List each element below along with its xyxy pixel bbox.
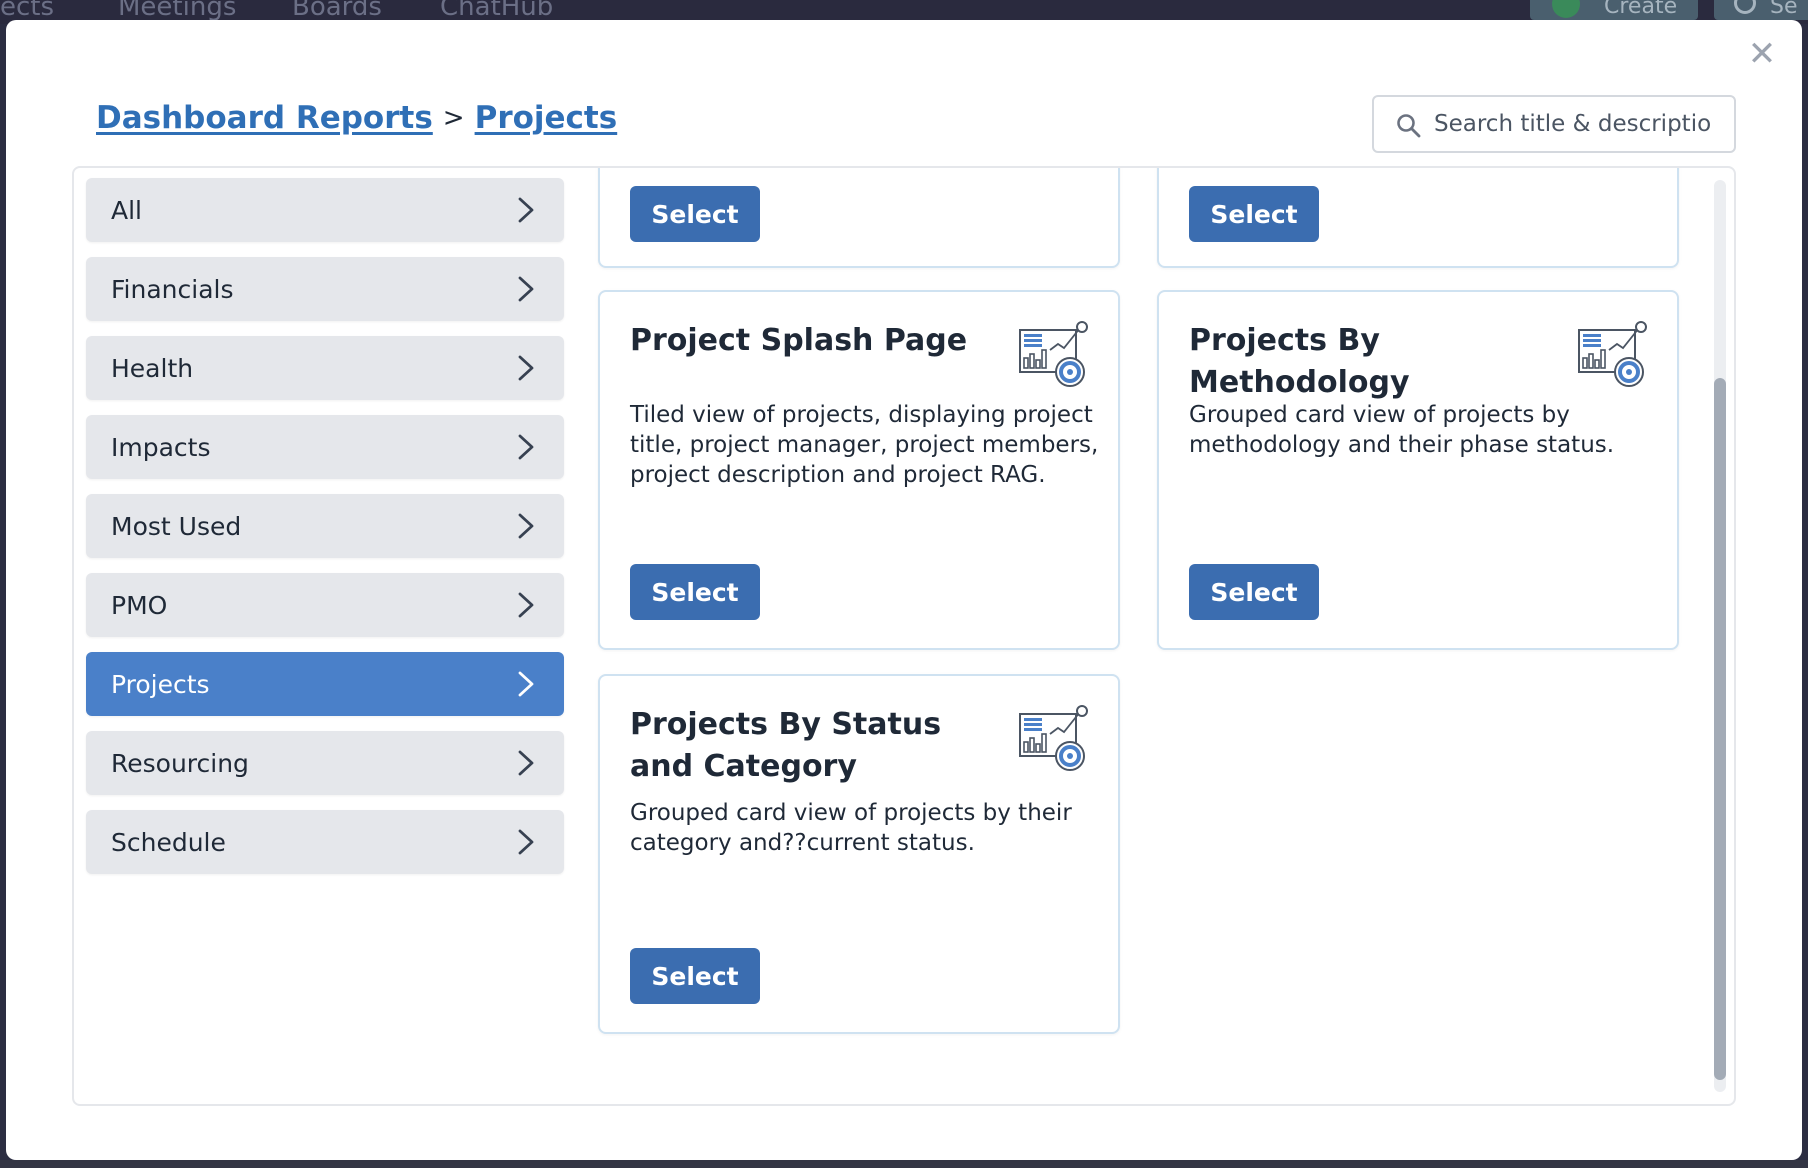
select-button[interactable]: Select — [1189, 186, 1319, 242]
card-description: Grouped card view of projects by methodo… — [1189, 402, 1615, 458]
content-frame: All Financials Health Impacts Most Used … — [72, 166, 1736, 1106]
select-button[interactable]: Select — [630, 186, 760, 242]
report-cards: Select Select Project Splash Page Tiled … — [74, 168, 1734, 1104]
close-icon[interactable]: ✕ — [1744, 34, 1780, 74]
plus-icon — [1552, 0, 1580, 18]
select-button[interactable]: Select — [630, 564, 760, 620]
search-box — [1372, 95, 1736, 153]
create-label: Create — [1604, 0, 1678, 19]
card-title: Projects By Methodology — [1189, 323, 1410, 400]
breadcrumb: Dashboard Reports > Projects — [96, 100, 617, 136]
search-input[interactable] — [1434, 103, 1724, 145]
search-icon — [1397, 114, 1421, 138]
breadcrumb-separator: > — [442, 103, 465, 133]
search-icon — [1734, 0, 1756, 14]
background-search: Se — [1714, 0, 1808, 20]
report-chart-icon — [1578, 321, 1647, 387]
dashboard-reports-modal: ✕ Dashboard Reports > Projects All Finan… — [6, 20, 1802, 1160]
scrollbar-thumb[interactable] — [1714, 378, 1726, 1080]
card-description: Grouped card view of projects by their c… — [630, 800, 1072, 856]
card-description: Tiled view of projects, displaying proje… — [630, 402, 1099, 488]
breadcrumb-projects-link[interactable]: Projects — [475, 100, 618, 136]
nav-item-chathub: ChatHub — [440, 0, 554, 22]
nav-item-projects: ects — [0, 0, 55, 22]
create-button: Create — [1530, 0, 1698, 20]
background-search-label: Se — [1770, 0, 1798, 19]
report-card-projects-by-status-and-category: Projects By Status and Category Grouped … — [598, 674, 1120, 1034]
report-chart-icon — [1019, 321, 1088, 387]
report-card-project-splash-page: Project Splash Page Tiled view of projec… — [598, 290, 1120, 650]
nav-item-boards: Boards — [292, 0, 382, 22]
nav-item-meetings: Meetings — [118, 0, 237, 22]
background-strip — [0, 1160, 1808, 1168]
report-chart-icon — [1019, 705, 1088, 771]
report-card: Select — [598, 168, 1120, 268]
report-card-projects-by-methodology: Projects By Methodology Grouped card vie… — [1157, 290, 1679, 650]
scrollbar-track[interactable] — [1714, 180, 1726, 1092]
breadcrumb-dashboard-reports-link[interactable]: Dashboard Reports — [96, 100, 433, 136]
card-title: Projects By Status and Category — [630, 707, 942, 784]
select-button[interactable]: Select — [630, 948, 760, 1004]
report-card: Select — [1157, 168, 1679, 268]
card-title: Project Splash Page — [630, 323, 968, 358]
select-button[interactable]: Select — [1189, 564, 1319, 620]
